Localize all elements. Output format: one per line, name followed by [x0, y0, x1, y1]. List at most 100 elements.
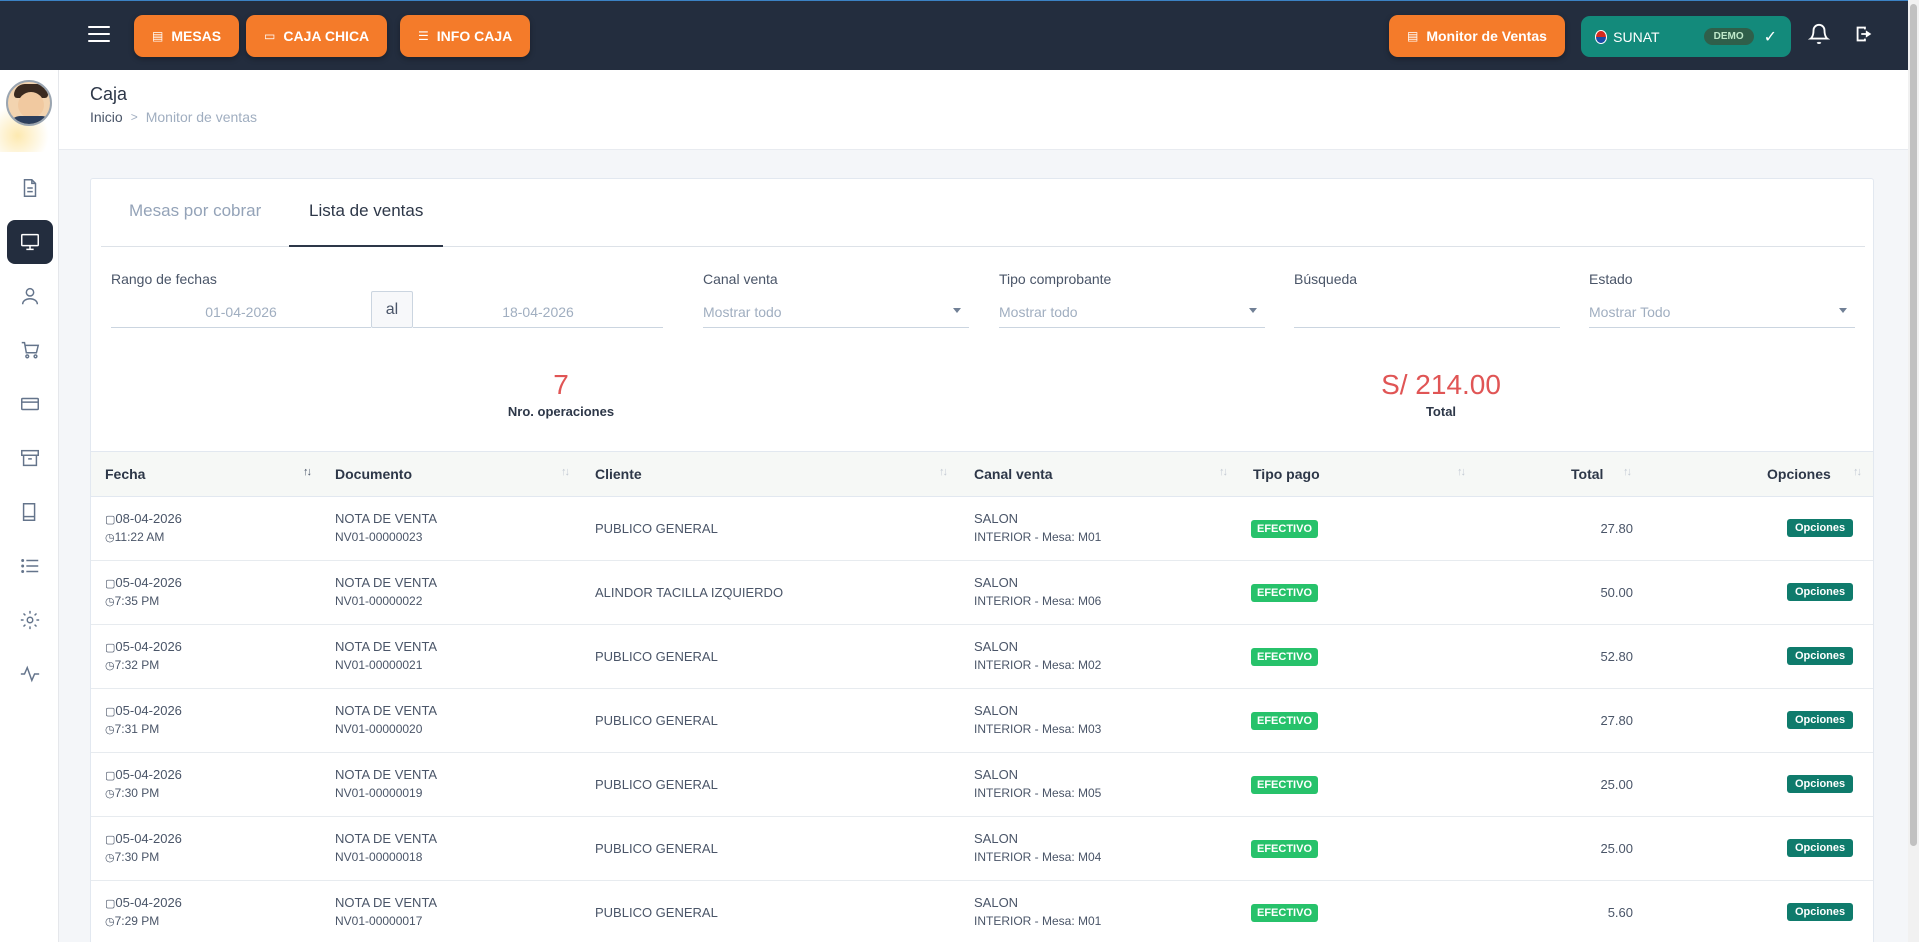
- search-input[interactable]: [1294, 296, 1560, 328]
- total-cell: 27.80: [1600, 713, 1633, 728]
- col-total[interactable]: Total: [1571, 466, 1603, 482]
- info-caja-button[interactable]: ☰ INFO CAJA: [400, 15, 531, 57]
- sidebar-item-settings[interactable]: [7, 598, 53, 642]
- document-type: NOTA DE VENTA: [335, 767, 438, 782]
- document-icon: ▤: [1407, 29, 1419, 43]
- options-button[interactable]: Opciones: [1787, 839, 1854, 857]
- canal-cell: SALON INTERIOR - Mesa: M02: [974, 639, 1101, 672]
- page-header: Caja Inicio > Monitor de ventas: [59, 70, 1908, 150]
- calendar-icon: ▢: [105, 514, 116, 526]
- document-cell: NOTA DE VENTA NV01-00000023: [335, 511, 437, 544]
- monitor-ventas-button[interactable]: ▤ Monitor de Ventas: [1389, 15, 1565, 57]
- options-button[interactable]: Opciones: [1787, 647, 1854, 665]
- sidebar-item-book[interactable]: [7, 490, 53, 534]
- time-value: 7:31 PM: [114, 722, 160, 736]
- options-button[interactable]: Opciones: [1787, 711, 1854, 729]
- document-number: NV01-00000023: [335, 530, 423, 544]
- table-row: ▢05-04-2026 ◷7:29 PM NOTA DE VENTA NV01-000…: [91, 881, 1873, 942]
- options-button[interactable]: Opciones: [1787, 903, 1854, 921]
- book-icon: [22, 503, 36, 521]
- date-value: 05-04-2026: [115, 639, 182, 654]
- tipo-label: Tipo comprobante: [999, 271, 1112, 287]
- sort-icon[interactable]: ↑↓: [939, 466, 948, 478]
- col-tipo-pago[interactable]: Tipo pago: [1253, 466, 1320, 482]
- tab-lista-de-ventas[interactable]: Lista de ventas: [289, 201, 444, 247]
- list-icon: [21, 559, 39, 573]
- date-cell: ▢05-04-2026 ◷7:35 PM: [105, 575, 182, 608]
- date-value: 05-04-2026: [115, 831, 182, 846]
- bell-icon[interactable]: [1806, 23, 1832, 49]
- monitor-icon: ▭: [264, 29, 276, 43]
- mesas-button[interactable]: ▤ MESAS: [134, 15, 240, 57]
- breadcrumb-home[interactable]: Inicio: [90, 109, 123, 125]
- options-button[interactable]: Opciones: [1787, 583, 1854, 601]
- sidebar-item-pos[interactable]: [7, 220, 53, 264]
- table-row: ▢05-04-2026 ◷7:30 PM NOTA DE VENTA NV01-000…: [91, 817, 1873, 881]
- sidebar-item-list[interactable]: [7, 544, 53, 588]
- tab-mesas-por-cobrar[interactable]: Mesas por cobrar: [109, 201, 281, 247]
- client-cell: PUBLICO GENERAL: [595, 841, 718, 856]
- total-cell: 50.00: [1600, 585, 1633, 600]
- canal-value: SALON: [974, 703, 1019, 718]
- estado-select[interactable]: Mostrar Todo: [1589, 296, 1855, 328]
- document-cell: NOTA DE VENTA NV01-00000020: [335, 703, 437, 736]
- tipo-select[interactable]: Mostrar todo: [999, 296, 1265, 328]
- breadcrumb-current: Monitor de ventas: [145, 109, 257, 125]
- canal-value: SALON: [974, 767, 1019, 782]
- time-value: 7:30 PM: [114, 786, 160, 800]
- busqueda-label: Búsqueda: [1294, 271, 1358, 287]
- options-button[interactable]: Opciones: [1787, 519, 1854, 537]
- avatar[interactable]: [6, 80, 52, 126]
- document-icon: ▤: [152, 29, 164, 43]
- col-canal-venta[interactable]: Canal venta: [974, 466, 1053, 482]
- date-cell: ▢05-04-2026 ◷7:29 PM: [105, 895, 182, 928]
- canal-value: SALON: [974, 511, 1019, 526]
- table-row: ▢05-04-2026 ◷7:30 PM NOTA DE VENTA NV01-000…: [91, 753, 1873, 817]
- page-scrollbar[interactable]: [1908, 0, 1919, 942]
- sidebar-item-payments[interactable]: [7, 382, 53, 426]
- sort-icon[interactable]: ↑↓: [303, 466, 312, 478]
- sidebar-item-cart[interactable]: [7, 328, 53, 372]
- sort-icon[interactable]: ↑↓: [1623, 466, 1632, 478]
- canal-select[interactable]: Mostrar todo: [703, 296, 969, 328]
- operations-count: 7: [553, 369, 569, 400]
- sort-icon[interactable]: ↑↓: [561, 466, 570, 478]
- col-opciones[interactable]: Opciones: [1767, 466, 1831, 482]
- hamburger-menu-icon[interactable]: [88, 26, 110, 44]
- archive-icon: [21, 449, 39, 467]
- col-cliente[interactable]: Cliente: [595, 466, 642, 482]
- logout-icon[interactable]: [1851, 23, 1877, 49]
- date-value: 05-04-2026: [115, 575, 182, 590]
- scrollbar-thumb[interactable]: [1910, 4, 1917, 846]
- date-to-input[interactable]: 18-04-2026: [413, 296, 663, 328]
- clock-icon: ◷: [105, 660, 115, 672]
- caja-chica-button[interactable]: ▭ CAJA CHICA: [246, 15, 388, 57]
- estado-label: Estado: [1589, 271, 1633, 287]
- calendar-icon: ▢: [105, 770, 116, 782]
- sidebar-item-users[interactable]: [7, 274, 53, 318]
- sidebar-item-archive[interactable]: [7, 436, 53, 480]
- time-value: 7:30 PM: [114, 850, 160, 864]
- check-icon: ✓: [1763, 28, 1777, 46]
- sort-icon[interactable]: ↑↓: [1219, 466, 1228, 478]
- sidebar-item-documents[interactable]: [7, 166, 53, 210]
- date-from-input[interactable]: 01-04-2026: [111, 296, 371, 328]
- time-value: 7:29 PM: [114, 914, 160, 928]
- client-cell: PUBLICO GENERAL: [595, 777, 718, 792]
- sidebar-item-activity[interactable]: [7, 652, 53, 696]
- mesa-value: INTERIOR - Mesa: M01: [974, 914, 1102, 928]
- col-fecha[interactable]: Fecha: [105, 466, 145, 482]
- client-cell: ALINDOR TACILLA IZQUIERDO: [595, 585, 784, 600]
- table-row: ▢05-04-2026 ◷7:31 PM NOTA DE VENTA NV01-000…: [91, 689, 1873, 753]
- options-button[interactable]: Opciones: [1787, 775, 1854, 793]
- col-documento[interactable]: Documento: [335, 466, 412, 482]
- sort-icon[interactable]: ↑↓: [1853, 466, 1862, 478]
- canal-cell: SALON INTERIOR - Mesa: M03: [974, 703, 1101, 736]
- canal-cell: SALON INTERIOR - Mesa: M01: [974, 895, 1101, 928]
- sunat-status-button[interactable]: SUNAT DEMO ✓: [1581, 16, 1791, 57]
- sidebar: [0, 70, 59, 942]
- table-row: ▢05-04-2026 ◷7:35 PM NOTA DE VENTA NV01-000…: [91, 561, 1873, 625]
- sort-icon[interactable]: ↑↓: [1457, 466, 1466, 478]
- document-icon: [23, 179, 37, 197]
- mesa-value: INTERIOR - Mesa: M05: [974, 786, 1102, 800]
